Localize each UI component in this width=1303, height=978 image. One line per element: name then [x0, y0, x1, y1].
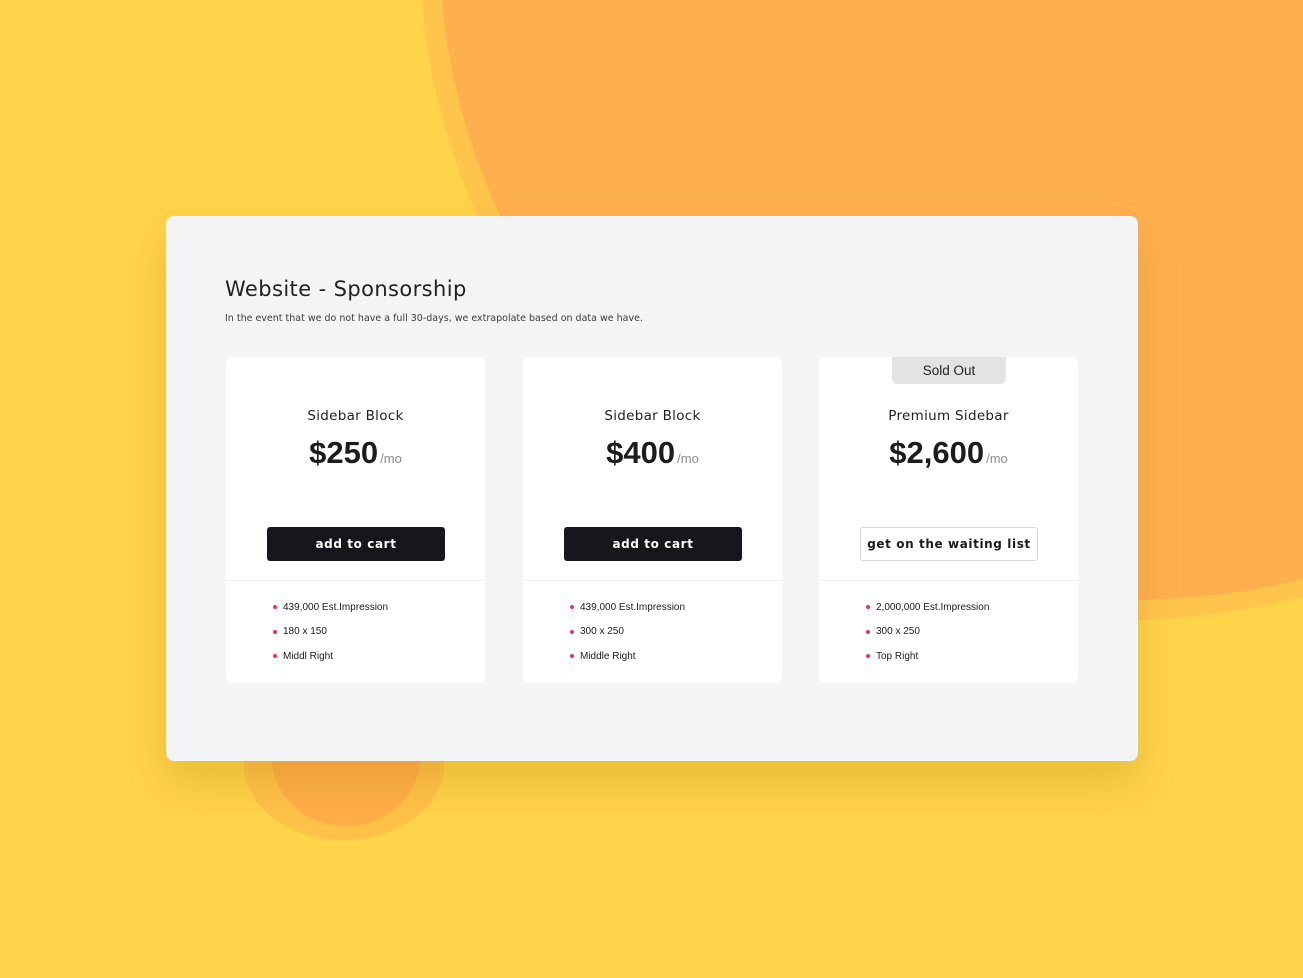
- feature-text: 439,000 Est.Impression: [580, 601, 686, 613]
- add-to-cart-button[interactable]: add to cart: [564, 527, 742, 561]
- card-title: Sidebar Block: [604, 408, 701, 424]
- bullet-dot-icon: [570, 629, 574, 634]
- feature-text: 2,000,000 Est.Impression: [876, 601, 990, 613]
- sponsorship-panel: Website - Sponsorship In the event that …: [166, 216, 1138, 761]
- price-amount: $400: [606, 435, 676, 470]
- bullet-dot-icon: [273, 654, 277, 659]
- feature-text: Middl Right: [283, 650, 334, 662]
- feature-item: 2,000,000 Est.Impression: [866, 595, 989, 620]
- card-divider: [226, 580, 485, 581]
- page-subtitle: In the event that we do not have a full …: [225, 313, 643, 324]
- bullet-dot-icon: [866, 629, 870, 634]
- feature-text: Middle Right: [580, 650, 636, 662]
- price-unit: /mo: [677, 451, 699, 466]
- pricing-card-sidebar-block-250: Sidebar Block $250/mo add to cart 439,00…: [226, 357, 485, 683]
- bullet-dot-icon: [273, 629, 277, 634]
- price-amount: $2,600: [889, 435, 985, 470]
- page-title: Website - Sponsorship: [225, 277, 467, 301]
- feature-item: 439,000 Est.Impression: [570, 595, 685, 620]
- feature-list: 439,000 Est.Impression 180 x 150 Middl R…: [273, 595, 388, 669]
- feature-item: 300 x 250: [570, 620, 685, 645]
- feature-item: Top Right: [866, 644, 989, 669]
- add-to-cart-button[interactable]: add to cart: [267, 527, 445, 561]
- feature-item: Middle Right: [570, 644, 685, 669]
- card-price: $250/mo: [226, 435, 485, 471]
- feature-text: Top Right: [876, 650, 919, 662]
- pricing-card-premium-sidebar: Sold Out Premium Sidebar $2,600/mo get o…: [819, 357, 1078, 683]
- feature-text: 180 x 150: [283, 626, 327, 638]
- card-divider: [819, 580, 1078, 581]
- feature-item: Middl Right: [273, 644, 388, 669]
- card-price: $2,600/mo: [819, 435, 1078, 471]
- bullet-dot-icon: [273, 605, 277, 610]
- feature-list: 2,000,000 Est.Impression 300 x 250 Top R…: [866, 595, 989, 669]
- feature-item: 300 x 250: [866, 620, 989, 645]
- waiting-list-button[interactable]: get on the waiting list: [860, 527, 1038, 561]
- feature-text: 300 x 250: [580, 626, 624, 638]
- bullet-dot-icon: [570, 605, 574, 610]
- feature-text: 439,000 Est.Impression: [283, 601, 389, 613]
- feature-item: 439,000 Est.Impression: [273, 595, 388, 620]
- feature-text: 300 x 250: [876, 626, 920, 638]
- card-price: $400/mo: [523, 435, 782, 471]
- feature-item: 180 x 150: [273, 620, 388, 645]
- card-divider: [523, 580, 782, 581]
- price-unit: /mo: [986, 451, 1008, 466]
- feature-list: 439,000 Est.Impression 300 x 250 Middle …: [570, 595, 685, 669]
- bullet-dot-icon: [570, 654, 574, 659]
- card-title: Premium Sidebar: [888, 408, 1009, 424]
- pricing-card-sidebar-block-400: Sidebar Block $400/mo add to cart 439,00…: [523, 357, 782, 683]
- price-amount: $250: [309, 435, 379, 470]
- card-title: Sidebar Block: [307, 408, 404, 424]
- bullet-dot-icon: [866, 654, 870, 659]
- bullet-dot-icon: [866, 605, 870, 610]
- price-unit: /mo: [380, 451, 402, 466]
- sold-out-badge: Sold Out: [892, 357, 1006, 384]
